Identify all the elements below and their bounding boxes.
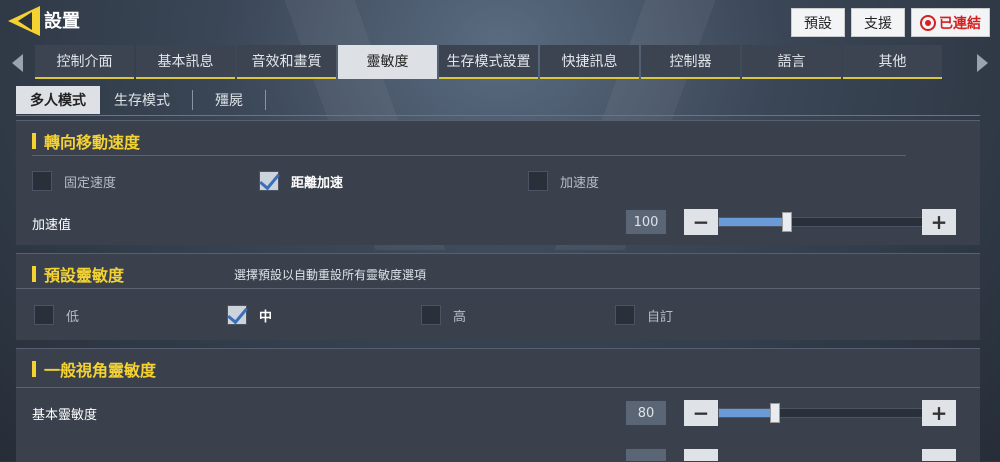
- section-divider: [16, 288, 980, 289]
- option-label: 加速度: [560, 175, 600, 191]
- subtab-multiplayer[interactable]: 多人模式: [16, 86, 100, 114]
- tab-basic-info[interactable]: 基本訊息: [136, 45, 235, 79]
- slider-fill: [719, 409, 775, 417]
- tabs-left-arrow-icon[interactable]: [12, 54, 23, 72]
- subtab-divider: [192, 90, 193, 110]
- section-divider: [32, 155, 906, 156]
- option-label: 中: [259, 309, 273, 325]
- section-divider: [16, 387, 980, 388]
- next-slider-value: [626, 449, 666, 461]
- section-marker: [32, 361, 36, 377]
- main-tabs: 控制介面 基本訊息 音效和畫質 靈敏度 生存模式設置 快捷訊息 控制器 語言 其…: [0, 45, 1000, 81]
- slider-label: 基本靈敏度: [32, 408, 98, 423]
- tab-quick-messages[interactable]: 快捷訊息: [540, 45, 639, 79]
- subtab-survival[interactable]: 生存模式: [100, 86, 184, 114]
- tab-control-ui[interactable]: 控制介面: [35, 45, 134, 79]
- slider-value: 80: [626, 401, 666, 425]
- slider-label: 加速值: [32, 218, 72, 233]
- tab-language[interactable]: 語言: [742, 45, 841, 79]
- support-button[interactable]: 支援: [851, 8, 905, 37]
- page-title: 設置: [44, 11, 80, 32]
- subtab-underline: [16, 115, 980, 116]
- plus-button[interactable]: +: [922, 400, 956, 426]
- slider-track[interactable]: [718, 403, 924, 423]
- option-medium[interactable]: 中: [227, 305, 272, 325]
- checkbox[interactable]: [34, 305, 54, 325]
- option-label: 固定速度: [64, 175, 117, 191]
- sub-tabs: 多人模式 生存模式 殭屍: [16, 86, 274, 114]
- option-acceleration[interactable]: 加速度: [528, 171, 599, 191]
- tab-audio-graphics[interactable]: 音效和畫質: [237, 45, 336, 79]
- tab-sensitivity[interactable]: 靈敏度: [338, 45, 437, 79]
- next-minus-button[interactable]: [684, 449, 718, 461]
- connection-button[interactable]: 已連結: [911, 8, 990, 37]
- option-fixed-speed[interactable]: 固定速度: [32, 171, 116, 191]
- slider-thumb[interactable]: [781, 212, 792, 232]
- top-buttons: 預設 支援 已連結: [791, 8, 990, 37]
- minus-button[interactable]: −: [684, 209, 718, 235]
- option-low[interactable]: 低: [34, 305, 79, 325]
- section-hint: 選擇預設以自動重設所有靈敏度選項: [234, 268, 427, 282]
- option-label: 低: [66, 309, 80, 325]
- tabs-right-arrow-icon[interactable]: [977, 54, 988, 72]
- tab-survival-settings[interactable]: 生存模式設置: [439, 45, 538, 79]
- checkbox[interactable]: [528, 171, 548, 191]
- section-title: 轉向移動速度: [44, 133, 141, 152]
- option-label: 自訂: [647, 309, 674, 325]
- tab-controller[interactable]: 控制器: [641, 45, 740, 79]
- preset-button[interactable]: 預設: [791, 8, 845, 37]
- section-marker: [32, 133, 36, 149]
- section-general-sensitivity: 一般視角靈敏度 基本靈敏度 80 − +: [16, 348, 980, 462]
- connection-label: 已連結: [939, 15, 981, 32]
- option-label: 高: [453, 309, 467, 325]
- section-preset-sensitivity: 預設靈敏度 選擇預設以自動重設所有靈敏度選項 低 中 高 自訂: [16, 253, 980, 340]
- next-plus-button[interactable]: [922, 449, 956, 461]
- tab-other[interactable]: 其他: [843, 45, 942, 79]
- slider-fill: [719, 218, 787, 226]
- option-label: 距離加速: [291, 175, 344, 191]
- subtab-zombies[interactable]: 殭屍: [201, 86, 257, 114]
- section-marker: [32, 266, 36, 282]
- slider-track[interactable]: [718, 212, 924, 232]
- plus-button[interactable]: +: [922, 209, 956, 235]
- option-high[interactable]: 高: [421, 305, 466, 325]
- checkmark-icon[interactable]: [227, 305, 247, 325]
- section-title: 預設靈敏度: [44, 266, 125, 285]
- slider-value: 100: [626, 210, 666, 234]
- checkbox[interactable]: [615, 305, 635, 325]
- option-distance-accel[interactable]: 距離加速: [259, 171, 343, 191]
- checkbox[interactable]: [421, 305, 441, 325]
- connection-icon: [920, 14, 936, 31]
- slider-thumb[interactable]: [769, 403, 780, 423]
- section-title: 一般視角靈敏度: [44, 361, 157, 380]
- subtab-divider: [265, 90, 266, 110]
- option-custom[interactable]: 自訂: [615, 305, 673, 325]
- checkbox[interactable]: [32, 171, 52, 191]
- minus-button[interactable]: −: [684, 400, 718, 426]
- checkmark-icon[interactable]: [259, 171, 279, 191]
- section-turn-speed: 轉向移動速度 固定速度 距離加速 加速度 加速值 100 − +: [16, 120, 980, 245]
